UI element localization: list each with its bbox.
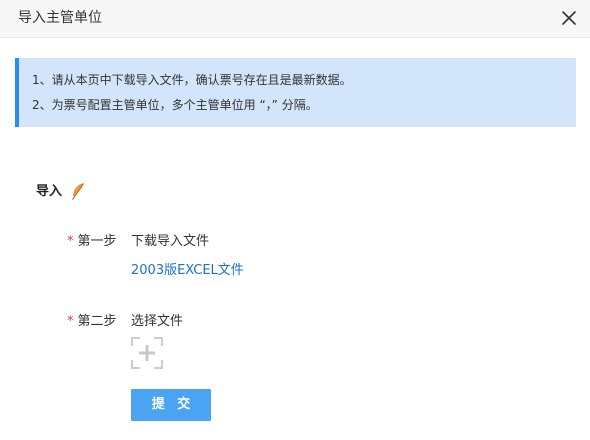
close-button[interactable] xyxy=(560,9,578,27)
step1-label-text: 第一步 xyxy=(77,234,117,249)
import-dialog: 导入主管单位 1、请从本页中下载导入文件，确认票号存在且是最新数据。 2、为票号… xyxy=(0,0,590,440)
required-mark: * xyxy=(67,234,74,249)
notice-box: 1、请从本页中下载导入文件，确认票号存在且是最新数据。 2、为票号配置主管单位，… xyxy=(15,58,576,127)
dialog-header: 导入主管单位 xyxy=(0,0,590,38)
file-upload-button[interactable] xyxy=(131,337,163,369)
step2-description: 选择文件 xyxy=(131,314,184,329)
close-icon xyxy=(562,11,576,25)
notice-line-2: 2、为票号配置主管单位，多个主管单位用 “，” 分隔。 xyxy=(32,98,318,112)
submit-button[interactable]: 提 交 xyxy=(131,389,211,421)
download-template-link[interactable]: 2003版EXCEL文件 xyxy=(131,263,244,279)
plus-icon xyxy=(131,337,163,369)
step2-label: * 第二步 xyxy=(67,314,117,330)
step1-label: * 第一步 xyxy=(67,234,117,250)
step1-description: 下载导入文件 xyxy=(131,234,210,249)
required-mark: * xyxy=(67,314,74,329)
notice-line-1: 1、请从本页中下载导入文件，确认票号存在且是最新数据。 xyxy=(32,73,352,87)
step2-label-text: 第二步 xyxy=(77,314,117,329)
feather-icon xyxy=(72,183,85,200)
dialog-title: 导入主管单位 xyxy=(18,10,102,26)
import-section-title: 导入 xyxy=(36,184,63,199)
